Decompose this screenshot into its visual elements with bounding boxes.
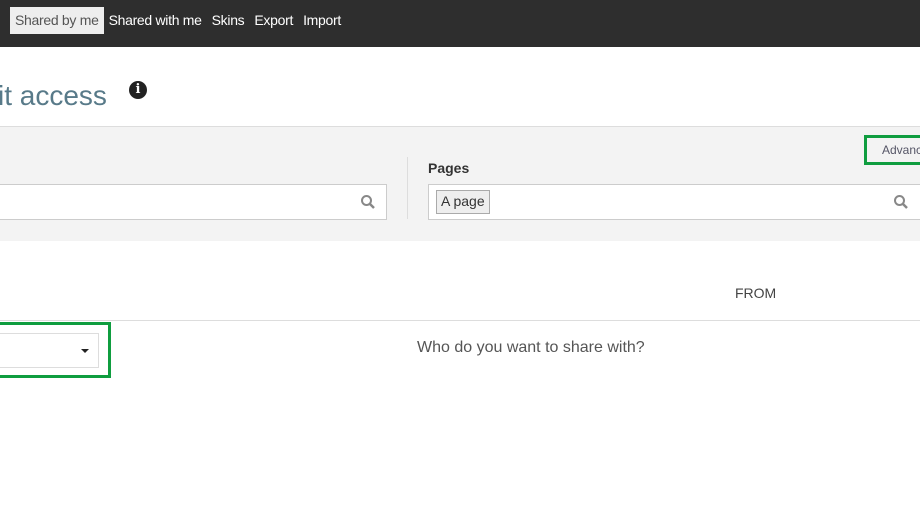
nav-skins[interactable]: Skins	[207, 7, 250, 34]
caret-down-icon	[81, 349, 89, 353]
divider	[0, 320, 920, 321]
filter-input[interactable]	[0, 184, 387, 220]
share-select[interactable]	[0, 333, 99, 368]
page-tag[interactable]: A page	[436, 190, 490, 214]
info-icon[interactable]: i	[129, 81, 147, 99]
pages-input[interactable]: A page	[428, 184, 920, 220]
divider	[407, 157, 408, 219]
share-select-highlight	[0, 322, 111, 378]
advanced-button[interactable]: Advanced	[864, 135, 920, 165]
pages-label: Pages	[428, 160, 470, 176]
nav-shared-by-me[interactable]: Shared by me	[10, 7, 104, 34]
page-title: it access	[0, 80, 107, 111]
nav-export[interactable]: Export	[249, 7, 298, 34]
top-navbar: Shared by me Shared with me Skins Export…	[0, 0, 920, 47]
nav-import[interactable]: Import	[298, 7, 346, 34]
nav-shared-with-me[interactable]: Shared with me	[104, 7, 207, 34]
nav-menu: Shared by me Shared with me Skins Export…	[10, 7, 346, 34]
advanced-label: Advanced	[882, 143, 920, 157]
from-column-header: FROM	[735, 285, 777, 301]
share-prompt: Who do you want to share with?	[417, 339, 645, 356]
search-icon[interactable]	[360, 194, 376, 210]
search-icon[interactable]	[893, 194, 909, 210]
